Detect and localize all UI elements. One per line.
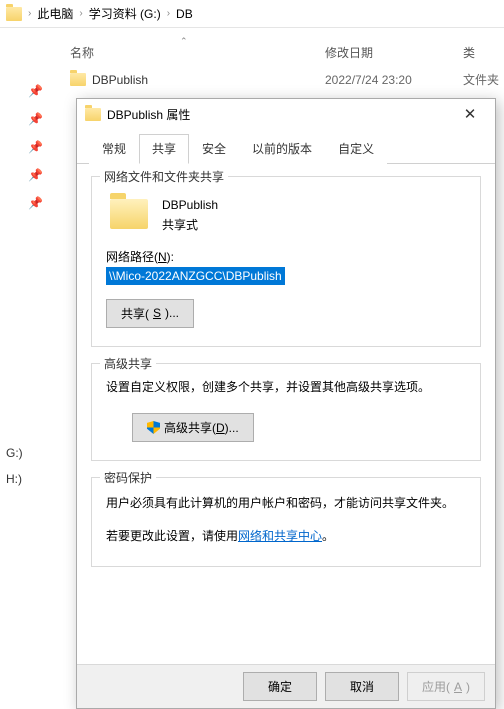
column-type[interactable]: 类 (463, 44, 504, 61)
drive-item[interactable]: G:) (2, 440, 27, 466)
drive-item[interactable]: H:) (2, 466, 27, 492)
group-title: 高级共享 (100, 355, 156, 372)
pin-icon: 📌 (28, 196, 43, 210)
shield-icon (147, 421, 160, 434)
network-center-link[interactable]: 网络和共享中心 (238, 529, 322, 543)
folder-icon (110, 199, 148, 229)
column-date[interactable]: 修改日期 (325, 44, 463, 61)
breadcrumb-item[interactable]: 此电脑 (37, 5, 73, 22)
folder-icon (6, 7, 22, 21)
titlebar[interactable]: DBPublish 属性 ✕ (77, 99, 495, 129)
column-headers: 名称 ⌃ 修改日期 类 (0, 28, 504, 67)
group-advanced-share: 高级共享 设置自定义权限，创建多个共享，并设置其他高级共享选项。 高级共享(D)… (91, 363, 481, 461)
cancel-button[interactable]: 取消 (325, 672, 399, 701)
pin-icon: 📌 (28, 140, 43, 154)
table-row[interactable]: DBPublish 2022/7/24 23:20 文件夹 (0, 67, 504, 92)
network-path-value[interactable]: \\Mico-2022ANZGCC\DBPublish (106, 267, 285, 285)
share-state: 共享式 (162, 215, 218, 235)
breadcrumb-item[interactable]: 学习资料 (G:) (89, 5, 161, 22)
tab-share[interactable]: 共享 (139, 134, 189, 164)
dialog-content: 网络文件和文件夹共享 DBPublish 共享式 网络路径(N): \\Mico… (77, 164, 495, 664)
chevron-right-icon: › (28, 8, 31, 19)
tab-custom[interactable]: 自定义 (325, 134, 387, 164)
breadcrumb[interactable]: › 此电脑 › 学习资料 (G:) › DB (0, 0, 504, 28)
dialog-title: DBPublish 属性 (107, 106, 443, 123)
apply-button: 应用(A) (407, 672, 485, 701)
group-network-share: 网络文件和文件夹共享 DBPublish 共享式 网络路径(N): \\Mico… (91, 176, 481, 347)
tab-general[interactable]: 常规 (89, 134, 139, 164)
group-title: 网络文件和文件夹共享 (100, 168, 228, 185)
row-type: 文件夹 (463, 71, 504, 88)
pin-icon: 📌 (28, 84, 43, 98)
sort-asc-icon: ⌃ (180, 36, 188, 47)
network-path-label: 网络路径(N): (106, 248, 466, 265)
advanced-desc: 设置自定义权限，创建多个共享，并设置其他高级共享选项。 (106, 378, 466, 397)
group-password-protection: 密码保护 用户必须具有此计算机的用户帐户和密码，才能访问共享文件夹。 若要更改此… (91, 477, 481, 567)
pin-icon: 📌 (28, 112, 43, 126)
group-title: 密码保护 (100, 469, 156, 486)
ok-button[interactable]: 确定 (243, 672, 317, 701)
tab-bar: 常规 共享 安全 以前的版本 自定义 (77, 133, 495, 164)
row-date: 2022/7/24 23:20 (325, 73, 463, 87)
tab-security[interactable]: 安全 (189, 134, 239, 164)
chevron-right-icon: › (79, 8, 82, 19)
quick-access-pins: 📌 📌 📌 📌 📌 (28, 84, 43, 210)
properties-dialog: DBPublish 属性 ✕ 常规 共享 安全 以前的版本 自定义 网络文件和文… (76, 98, 496, 709)
breadcrumb-item[interactable]: DB (176, 7, 193, 21)
close-icon: ✕ (464, 105, 477, 123)
pin-icon: 📌 (28, 168, 43, 182)
password-desc-1: 用户必须具有此计算机的用户帐户和密码，才能访问共享文件夹。 (106, 492, 466, 515)
folder-icon (85, 108, 101, 121)
share-button[interactable]: 共享(S)... (106, 299, 194, 328)
password-desc-2: 若要更改此设置，请使用 (106, 529, 238, 543)
folder-icon (70, 73, 86, 86)
chevron-right-icon: › (167, 8, 170, 19)
tab-previous-versions[interactable]: 以前的版本 (239, 134, 325, 164)
dialog-footer: 确定 取消 应用(A) (77, 664, 495, 708)
close-button[interactable]: ✕ (449, 100, 491, 128)
share-folder-name: DBPublish (162, 195, 218, 215)
row-name: DBPublish (92, 73, 325, 87)
column-name[interactable]: 名称 (70, 46, 94, 60)
advanced-share-button[interactable]: 高级共享(D)... (132, 413, 254, 442)
side-drives: G:) H:) (2, 440, 27, 492)
